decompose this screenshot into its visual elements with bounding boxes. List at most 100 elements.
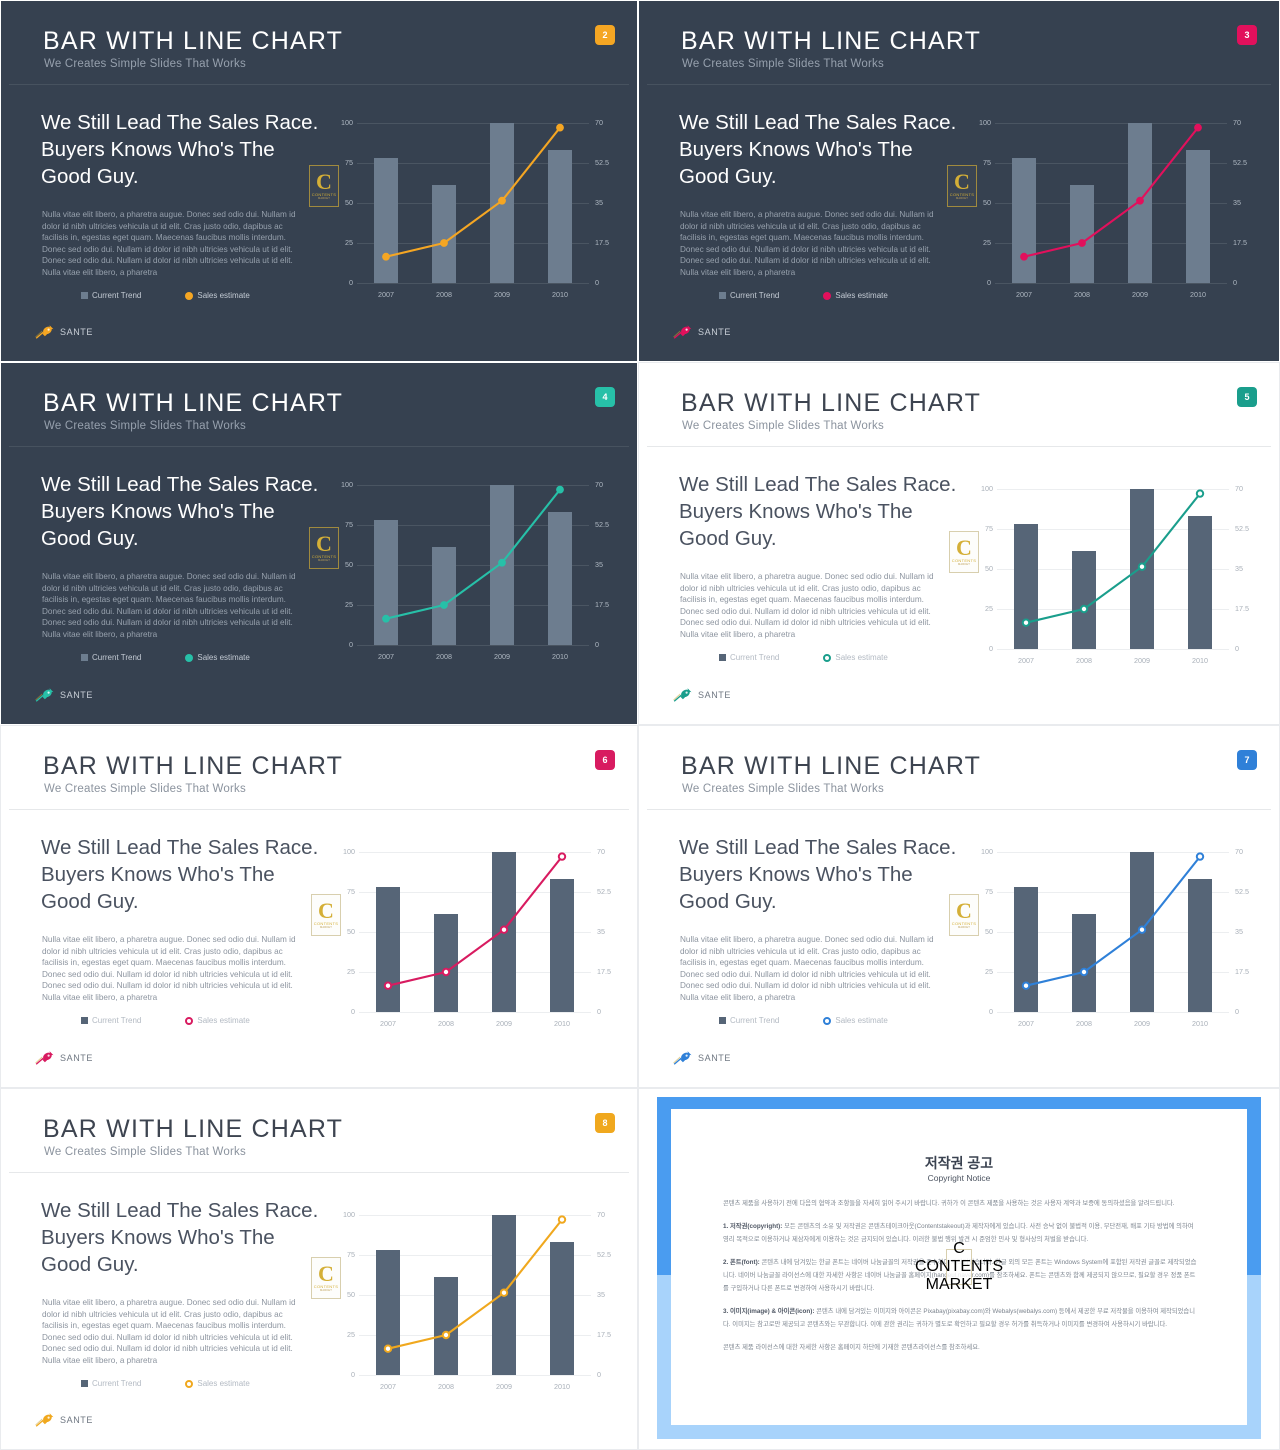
legend-item-sales-estimate[interactable]: Sales estimate bbox=[823, 1016, 888, 1025]
legend-item-current-trend[interactable]: Current Trend bbox=[81, 291, 141, 300]
slide-number-badge[interactable]: 2 bbox=[595, 25, 615, 45]
slide-headline: We Still Lead The Sales Race. Buyers Kno… bbox=[679, 473, 957, 550]
slide-subtitle: We Creates Simple Slides That Works bbox=[44, 1146, 246, 1158]
legend-item-sales-estimate[interactable]: Sales estimate bbox=[823, 291, 888, 300]
contents-logo-letter: C bbox=[953, 1240, 965, 1257]
slide-number-badge[interactable]: 7 bbox=[1237, 750, 1257, 770]
chart-legend: Current Trend Sales estimate bbox=[81, 653, 250, 662]
chart-legend: Current Trend Sales estimate bbox=[81, 1016, 250, 1025]
chart-legend: Current Trend Sales estimate bbox=[719, 653, 888, 662]
slide-subtitle: We Creates Simple Slides That Works bbox=[44, 420, 246, 432]
header-divider bbox=[9, 446, 629, 447]
legend-swatch-square-icon bbox=[81, 1380, 88, 1387]
contents-watermark-logo: C CONTENTS MARKET bbox=[309, 527, 339, 569]
contents-logo-subword: MARKET bbox=[925, 1276, 993, 1293]
slide-number-badge[interactable]: 5 bbox=[1237, 387, 1257, 407]
legend-item-sales-estimate[interactable]: Sales estimate bbox=[185, 291, 250, 300]
legend-item-current-trend[interactable]: Current Trend bbox=[719, 291, 779, 300]
copyright-notice-slide[interactable]: 저작권 공고 Copyright Notice 콘텐츠 제품을 사용하기 전에 … bbox=[638, 1088, 1280, 1450]
legend-item-current-trend[interactable]: Current Trend bbox=[81, 1016, 141, 1025]
legend-label: Current Trend bbox=[92, 653, 142, 662]
legend-swatch-square-icon bbox=[719, 1017, 726, 1024]
header-divider bbox=[9, 809, 629, 810]
legend-swatch-circle-icon bbox=[823, 653, 832, 662]
brand-name: SANTE bbox=[60, 1415, 94, 1425]
slide-7[interactable]: BAR WITH LINE CHART We Creates Simple Sl… bbox=[638, 725, 1280, 1088]
legend-item-current-trend[interactable]: Current Trend bbox=[719, 653, 779, 662]
slide-paragraph: Nulla vitae elit libero, a pharetra augu… bbox=[680, 935, 934, 1002]
legend-swatch-circle-icon bbox=[823, 291, 832, 300]
rocket-icon bbox=[673, 1051, 692, 1065]
contents-logo-letter: C bbox=[954, 169, 970, 194]
rocket-icon bbox=[35, 1051, 54, 1065]
slide-4[interactable]: BAR WITH LINE CHART We Creates Simple Sl… bbox=[0, 362, 638, 725]
slide-headline: We Still Lead The Sales Race. Buyers Kno… bbox=[41, 473, 319, 550]
contents-logo-letter: C bbox=[316, 531, 332, 556]
copyright-title-en: Copyright Notice bbox=[927, 1173, 991, 1183]
legend-label: Sales estimate bbox=[835, 653, 888, 662]
slide-title: BAR WITH LINE CHART bbox=[681, 752, 982, 780]
slide-title: BAR WITH LINE CHART bbox=[43, 1115, 344, 1143]
copyright-paragraph-3: 3. 이미지(image) & 아이콘(icon): 콘텐츠 내에 담겨있는 이… bbox=[723, 1308, 1196, 1328]
contents-watermark-logo: C CONTENTS MARKET bbox=[309, 165, 339, 207]
slide-subtitle: We Creates Simple Slides That Works bbox=[682, 420, 884, 432]
contents-logo-letter: C bbox=[318, 898, 334, 923]
bar-with-line-chart: 0 0 25 17.5 50 35 75 52.5 100 70 2007 2008 2009 2010 … bbox=[311, 1201, 613, 1397]
slide-number-badge[interactable]: 3 bbox=[1237, 25, 1257, 45]
slide-number-badge[interactable]: 6 bbox=[595, 750, 615, 770]
bar-with-line-chart: 0 0 25 17.5 50 35 75 52.5 100 70 2007 2008 2009 2010 … bbox=[309, 471, 609, 661]
brand-footer: SANTE bbox=[35, 1051, 93, 1065]
legend-item-sales-estimate[interactable]: Sales estimate bbox=[185, 1016, 250, 1025]
legend-swatch-circle-icon bbox=[185, 1379, 194, 1388]
slide-title: BAR WITH LINE CHART bbox=[681, 27, 982, 55]
legend-item-current-trend[interactable]: Current Trend bbox=[81, 653, 141, 662]
slide-header: BAR WITH LINE CHART We Creates Simple Sl… bbox=[1, 363, 637, 447]
slide-2[interactable]: BAR WITH LINE CHART We Creates Simple Sl… bbox=[0, 0, 638, 362]
copyright-paragraph-intro: 콘텐츠 제품을 사용하기 전에 다음의 협약과 조항들을 자세히 읽어 주시기 … bbox=[723, 1200, 1175, 1207]
copyright-card: 저작권 공고 Copyright Notice 콘텐츠 제품을 사용하기 전에 … bbox=[671, 1109, 1247, 1425]
contents-watermark-logo: C CONTENTS MARKET bbox=[949, 894, 979, 936]
legend-label: Current Trend bbox=[92, 1379, 142, 1388]
slide-thumbnail-grid: BAR WITH LINE CHART We Creates Simple Sl… bbox=[0, 0, 1280, 1450]
header-divider bbox=[647, 446, 1271, 447]
brand-footer: SANTE bbox=[35, 325, 93, 339]
trend-line-series bbox=[1021, 852, 1205, 990]
legend-item-sales-estimate[interactable]: Sales estimate bbox=[185, 653, 250, 662]
legend-label: Sales estimate bbox=[197, 653, 250, 662]
contents-logo-word: CONTENTS bbox=[915, 1258, 1003, 1275]
chart-legend: Current Trend Sales estimate bbox=[81, 1379, 250, 1388]
slide-8[interactable]: BAR WITH LINE CHART We Creates Simple Sl… bbox=[0, 1088, 638, 1450]
copyright-paragraph-footer: 콘텐츠 제품 라이선스에 대한 자세한 사항은 홈페이지 하단에 기재한 콘텐츠… bbox=[723, 1344, 980, 1351]
slide-paragraph: Nulla vitae elit libero, a pharetra augu… bbox=[42, 210, 296, 277]
slide-6[interactable]: BAR WITH LINE CHART We Creates Simple Sl… bbox=[0, 725, 638, 1088]
contents-logo-letter: C bbox=[316, 169, 332, 194]
slide-number-badge[interactable]: 8 bbox=[595, 1113, 615, 1133]
contents-logo-subword: MARKET bbox=[955, 197, 968, 200]
legend-item-current-trend[interactable]: Current Trend bbox=[719, 1016, 779, 1025]
legend-swatch-square-icon bbox=[81, 292, 88, 299]
contents-logo-subword: MARKET bbox=[957, 563, 970, 566]
rocket-icon bbox=[673, 325, 692, 339]
legend-item-current-trend[interactable]: Current Trend bbox=[81, 1379, 141, 1388]
slide-number-badge[interactable]: 4 bbox=[595, 387, 615, 407]
brand-footer: SANTE bbox=[35, 1413, 93, 1427]
rocket-icon bbox=[35, 325, 54, 339]
brand-name: SANTE bbox=[60, 690, 94, 700]
copyright-canvas: 저작권 공고 Copyright Notice 콘텐츠 제품을 사용하기 전에 … bbox=[639, 1089, 1279, 1449]
slide-paragraph: Nulla vitae elit libero, a pharetra augu… bbox=[42, 935, 296, 1002]
slide-paragraph: Nulla vitae elit libero, a pharetra augu… bbox=[42, 572, 296, 639]
bar-with-line-chart: 0 0 25 17.5 50 35 75 52.5 100 70 2007 2008 2009 2010 … bbox=[947, 109, 1247, 299]
brand-name: SANTE bbox=[698, 1053, 732, 1063]
legend-swatch-circle-icon bbox=[185, 291, 194, 300]
slide-subtitle: We Creates Simple Slides That Works bbox=[44, 783, 246, 795]
slide-3[interactable]: BAR WITH LINE CHART We Creates Simple Sl… bbox=[638, 0, 1280, 362]
rocket-icon bbox=[35, 688, 54, 702]
chart-legend: Current Trend Sales estimate bbox=[719, 1016, 888, 1025]
legend-label: Sales estimate bbox=[197, 291, 250, 300]
slide-header: BAR WITH LINE CHART We Creates Simple Sl… bbox=[639, 363, 1279, 447]
legend-item-sales-estimate[interactable]: Sales estimate bbox=[823, 653, 888, 662]
slide-5[interactable]: BAR WITH LINE CHART We Creates Simple Sl… bbox=[638, 362, 1280, 725]
legend-item-sales-estimate[interactable]: Sales estimate bbox=[185, 1379, 250, 1388]
legend-swatch-square-icon bbox=[81, 654, 88, 661]
slide-subtitle: We Creates Simple Slides That Works bbox=[44, 58, 246, 70]
